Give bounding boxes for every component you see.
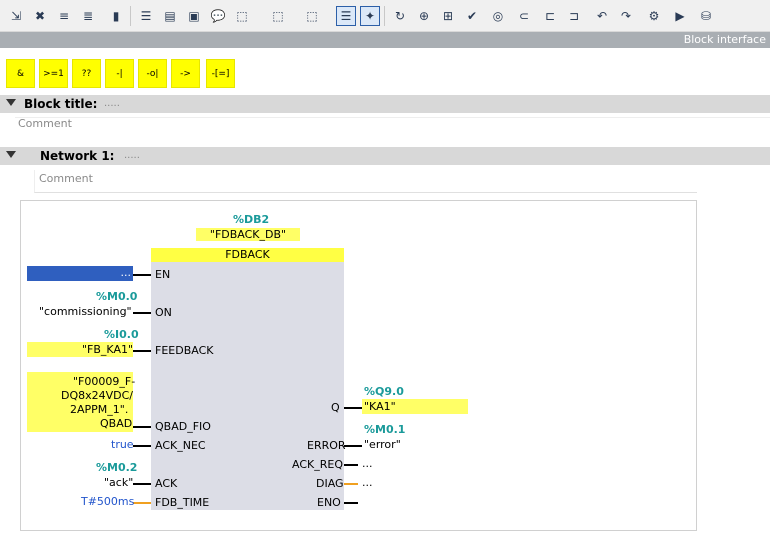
en-operand-value: ... bbox=[120, 266, 132, 279]
wire-diag bbox=[344, 483, 358, 485]
instance-db-name[interactable]: "FDBACK_DB" bbox=[196, 228, 300, 241]
show-favorites-icon[interactable]: ☰ bbox=[336, 6, 356, 26]
fav-empty-box-button[interactable]: ?? bbox=[72, 59, 101, 88]
error-address: %M0.1 bbox=[364, 423, 406, 436]
wire-qbad bbox=[133, 426, 151, 428]
download-icon[interactable]: ↶ bbox=[592, 6, 612, 26]
feedback-operand: "FB_KA1" bbox=[82, 343, 134, 356]
block-title-label: Block title: bbox=[24, 97, 98, 111]
database-icon[interactable]: ⛁ bbox=[696, 6, 716, 26]
pin-fdb-time: FDB_TIME bbox=[155, 496, 210, 509]
pin-ack-nec: ACK_NEC bbox=[155, 439, 206, 452]
simulation-icon[interactable]: ▶ bbox=[670, 6, 690, 26]
pin-eno: ENO bbox=[317, 496, 341, 509]
pin-feedback: FEEDBACK bbox=[155, 344, 214, 357]
qbad-line-2: DQ8x24VDC/ bbox=[61, 389, 134, 402]
wire-ack-req bbox=[344, 464, 358, 466]
move-down-icon[interactable]: ⊐ bbox=[564, 6, 584, 26]
pin-on: ON bbox=[155, 306, 172, 319]
favorites-bar: & >=1 ?? -| -o| -> -[=] bbox=[0, 55, 770, 93]
on-address: %M0.0 bbox=[96, 290, 138, 303]
ack-nec-operand[interactable]: true bbox=[111, 438, 134, 451]
network-title-label: Network 1: bbox=[40, 149, 115, 163]
qbad-line-1: "F00009_F- bbox=[73, 375, 136, 388]
online-icon[interactable]: ↷ bbox=[616, 6, 636, 26]
fav-box-assign-button[interactable]: -[=] bbox=[206, 59, 235, 88]
network-comment[interactable]: Comment bbox=[39, 172, 93, 185]
favorites-remove-icon[interactable]: ⬚ bbox=[268, 6, 288, 26]
network-1-bar[interactable]: Network 1: ..... bbox=[0, 147, 770, 165]
network-comments-icon[interactable]: ▣ bbox=[184, 6, 204, 26]
comments-icon[interactable]: ▤ bbox=[160, 6, 180, 26]
pin-error: ERROR bbox=[307, 439, 346, 452]
wire-ack-nec bbox=[133, 445, 151, 447]
fav-negated-assignment-button[interactable]: -o| bbox=[138, 59, 167, 88]
wire-on bbox=[133, 312, 151, 314]
qbad-line-3: 2APPM_1". bbox=[70, 403, 129, 416]
pin-q: Q bbox=[331, 401, 340, 414]
wire-ack bbox=[133, 483, 151, 485]
callout-icon[interactable]: 💬 bbox=[208, 6, 228, 26]
q-address: %Q9.0 bbox=[364, 385, 404, 398]
feedback-address: %I0.0 bbox=[104, 328, 139, 341]
instance-db-address: %DB2 bbox=[233, 213, 270, 226]
highlight-icon[interactable]: ✦ bbox=[360, 6, 380, 26]
pin-en: EN bbox=[155, 268, 171, 281]
absolute-operands-icon[interactable]: ☰ bbox=[136, 6, 156, 26]
block-interface-label: Block interface bbox=[683, 33, 766, 46]
wire-q bbox=[344, 407, 362, 409]
on-operand[interactable]: "commissioning" bbox=[39, 305, 132, 318]
modify-icon[interactable]: ⊞ bbox=[438, 6, 458, 26]
collapse-icon[interactable] bbox=[6, 99, 16, 106]
branch-open-icon[interactable]: ◎ bbox=[488, 6, 508, 26]
monitor-icon[interactable]: ⊕ bbox=[414, 6, 434, 26]
fav-open-branch-button[interactable]: -> bbox=[171, 59, 200, 88]
pin-qbad-fio: QBAD_FIO bbox=[155, 420, 211, 433]
ack-operand[interactable]: "ack" bbox=[104, 476, 133, 489]
network-collapse-icon[interactable] bbox=[6, 151, 16, 158]
fav-and-button[interactable]: & bbox=[6, 59, 35, 88]
q-operand: "KA1" bbox=[364, 400, 396, 413]
ack-req-operand[interactable]: ... bbox=[362, 457, 373, 470]
network-title-value[interactable]: ..... bbox=[124, 150, 140, 161]
fav-or-button[interactable]: >=1 bbox=[39, 59, 68, 88]
pin-diag: DIAG bbox=[316, 477, 344, 490]
network-close-icon[interactable]: ≡ bbox=[54, 6, 74, 26]
block-interface-bar[interactable]: Block interface bbox=[0, 32, 770, 48]
fb-type-label: FDBACK bbox=[151, 248, 344, 262]
operand-display-icon[interactable]: ⬚ bbox=[302, 6, 322, 26]
pin-ack-req: ACK_REQ bbox=[292, 458, 343, 471]
block-title-bar[interactable]: Block title: ..... bbox=[0, 95, 770, 113]
en-operand-field[interactable]: ... bbox=[27, 266, 133, 281]
monitor-all-icon[interactable]: ✔ bbox=[462, 6, 482, 26]
network-insert-icon[interactable]: ⇲ bbox=[6, 6, 26, 26]
wire-fdb-time bbox=[133, 502, 151, 504]
network-delete-icon[interactable]: ✖ bbox=[30, 6, 50, 26]
move-up-icon[interactable]: ⊏ bbox=[540, 6, 560, 26]
network-open-icon[interactable]: ≣ bbox=[78, 6, 98, 26]
branch-close-icon[interactable]: ⊂ bbox=[514, 6, 534, 26]
ack-address: %M0.2 bbox=[96, 461, 138, 474]
clear-icon[interactable]: ▮ bbox=[106, 6, 126, 26]
wire-feedback bbox=[133, 350, 151, 352]
wire-en bbox=[133, 274, 151, 276]
diag-operand[interactable]: ... bbox=[362, 476, 373, 489]
network-comment-field[interactable]: Comment bbox=[34, 170, 697, 193]
error-operand[interactable]: "error" bbox=[364, 438, 401, 451]
block-title-value[interactable]: ..... bbox=[104, 98, 120, 109]
go-to-icon[interactable]: ↻ bbox=[390, 6, 410, 26]
qbad-line-4: QBAD bbox=[100, 417, 133, 430]
wire-error bbox=[344, 445, 362, 447]
fav-assignment-button[interactable]: -| bbox=[105, 59, 134, 88]
compare-icon[interactable]: ⚙ bbox=[644, 6, 664, 26]
editor-toolbar: ⇲ ✖ ≡ ≣ ▮ ☰ ▤ ▣ 💬 ⬚ ⬚ ⬚ ☰ ✦ ↻ ⊕ ⊞ ✔ ◎ ⊂ … bbox=[0, 0, 770, 32]
pin-ack: ACK bbox=[155, 477, 178, 490]
wire-eno bbox=[344, 502, 358, 504]
favorites-add-icon[interactable]: ⬚ bbox=[232, 6, 252, 26]
fdb-time-operand[interactable]: T#500ms bbox=[81, 495, 134, 508]
